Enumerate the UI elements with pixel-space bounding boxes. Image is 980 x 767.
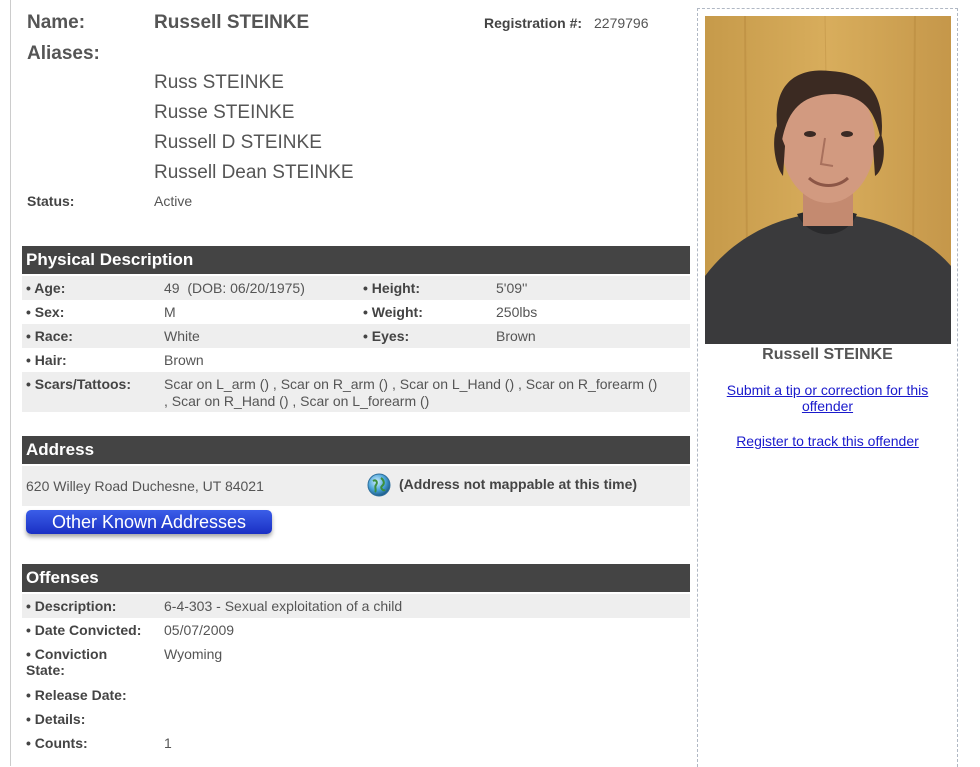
sidebar: Russell STEINKE Submit a tip or correcti… <box>697 8 958 767</box>
table-row: • Race: White • Eyes: Brown <box>22 324 690 348</box>
alias-item: Russell D STEINKE <box>154 132 322 153</box>
race-value: White <box>164 328 200 344</box>
other-known-addresses-button[interactable]: Other Known Addresses <box>26 510 272 534</box>
map-not-available-note: (Address not mappable at this time) <box>399 476 638 492</box>
scars-value-line2: , Scar on R_Hand () , Scar on L_forearm … <box>164 393 430 409</box>
register-track-link[interactable]: Register to track this offender <box>708 433 947 449</box>
address-value: 620 Willey Road Duchesne, UT 84021 <box>26 478 264 494</box>
physical-description-header: Physical Description <box>22 246 690 274</box>
scars-value-line1: Scar on L_arm () , Scar on R_arm () , Sc… <box>164 376 658 392</box>
description-label: • Description: <box>26 598 117 614</box>
submit-tip-link-line1[interactable]: Submit a tip or correction for this <box>708 382 947 398</box>
counts-label: • Counts: <box>26 735 88 751</box>
table-row: • Details: <box>22 707 690 731</box>
alias-item: Russell Dean STEINKE <box>154 162 354 183</box>
conviction-state-label-2: State: <box>26 662 65 678</box>
alias-item: Russ STEINKE <box>154 72 284 93</box>
status-label: Status: <box>27 193 75 209</box>
address-header: Address <box>22 436 690 464</box>
registration-label: Registration #: <box>484 15 583 31</box>
scars-label: • Scars/Tattoos: <box>26 376 131 392</box>
table-row: • Age: 49 (DOB: 06/20/1975) • Height: 5'… <box>22 276 690 300</box>
sex-label: • Sex: <box>26 304 65 320</box>
table-row: • Hair: Brown <box>22 348 690 372</box>
eyes-value: Brown <box>496 328 536 344</box>
description-value: 6-4-303 - Sexual exploitation of a child <box>164 598 403 614</box>
release-date-label: • Release Date: <box>26 687 127 703</box>
table-row: • Scars/Tattoos: Scar on L_arm () , Scar… <box>22 372 690 412</box>
left-border <box>10 0 11 766</box>
registration-number: 2279796 <box>594 15 649 31</box>
age-value: 49 (DOB: 06/20/1975) <box>164 280 305 296</box>
table-row: • Date Convicted: 05/07/2009 <box>22 618 690 642</box>
offender-name: Russell STEINKE <box>154 12 310 33</box>
conviction-state-value: Wyoming <box>164 646 223 662</box>
table-row: • Release Date: <box>22 683 690 707</box>
globe-icon <box>366 472 392 498</box>
age-label: • Age: <box>26 280 66 296</box>
eyes-label: • Eyes: <box>363 328 410 344</box>
table-row: • Sex: M • Weight: 250lbs <box>22 300 690 324</box>
name-label: Name: <box>27 12 86 33</box>
race-label: • Race: <box>26 328 73 344</box>
status-value: Active <box>154 193 193 209</box>
alias-item: Russe STEINKE <box>154 102 295 123</box>
table-row: • Description: 6-4-303 - Sexual exploita… <box>22 594 690 618</box>
submit-tip-link[interactable]: Submit a tip or correction for this offe… <box>708 382 947 414</box>
photo-caption: Russell STEINKE <box>762 346 893 363</box>
table-row: • Counts: 1 <box>22 731 690 755</box>
hair-label: • Hair: <box>26 352 67 368</box>
conviction-state-label: • Conviction <box>26 646 108 662</box>
weight-value: 250lbs <box>496 304 538 320</box>
date-convicted-value: 05/07/2009 <box>164 622 235 638</box>
sex-value: M <box>164 304 176 320</box>
date-convicted-label: • Date Convicted: <box>26 622 142 638</box>
address-row: 620 Willey Road Duchesne, UT 84021 (Addr… <box>22 466 690 506</box>
counts-value: 1 <box>164 735 172 751</box>
offender-photo <box>705 16 951 344</box>
weight-label: • Weight: <box>363 304 423 320</box>
aliases-label: Aliases: <box>27 43 100 64</box>
height-value: 5'09'' <box>496 280 528 296</box>
details-label: • Details: <box>26 711 86 727</box>
submit-tip-link-line2[interactable]: offender <box>708 398 947 414</box>
table-row: • Conviction State: Wyoming <box>22 642 690 682</box>
hair-value: Brown <box>164 352 204 368</box>
offenses-header: Offenses <box>22 564 690 592</box>
height-label: • Height: <box>363 280 421 296</box>
